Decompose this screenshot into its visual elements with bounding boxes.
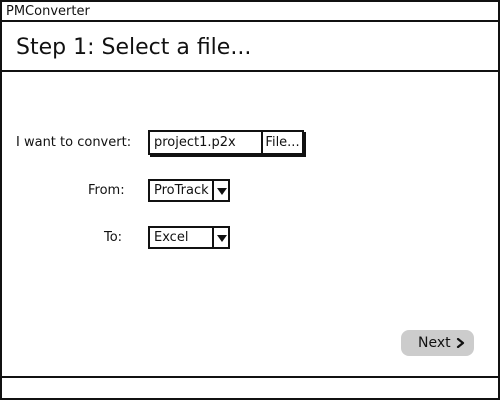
status-bar [2,376,498,398]
from-format-select[interactable]: ProTrack [148,179,230,202]
to-format-select[interactable]: Excel [148,226,230,249]
to-format-value: Excel [154,230,189,245]
page-title: Step 1: Select a file... [16,35,252,60]
next-button[interactable]: Next [401,330,474,356]
window-title: PMConverter [6,4,90,19]
file-browse-button[interactable]: File... [261,132,302,153]
file-path-input[interactable] [150,132,261,153]
app-window: PMConverter Step 1: Select a file... I w… [0,0,500,400]
step-header: Step 1: Select a file... [2,24,498,72]
window-titlebar: PMConverter [2,2,498,22]
file-picker: File... [148,130,304,155]
from-format-value: ProTrack [154,183,209,198]
chevron-down-icon[interactable] [212,228,228,247]
from-label: From: [88,183,125,198]
to-label: To: [104,230,123,245]
chevron-down-icon[interactable] [212,181,228,200]
chevron-right-icon [456,338,465,348]
next-button-label: Next [418,335,451,351]
convert-label: I want to convert: [16,135,132,150]
